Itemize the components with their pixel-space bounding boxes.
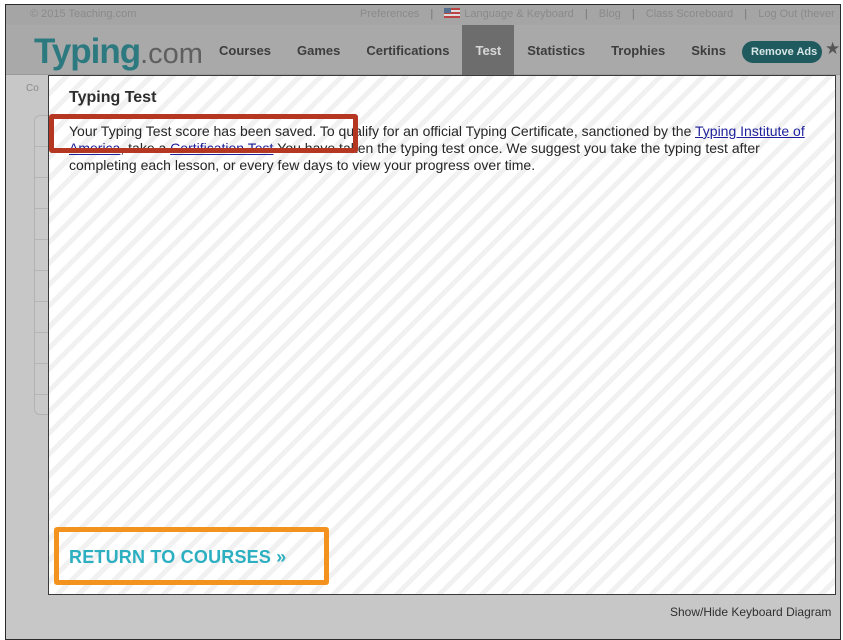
copyright-text: © 2015 Teaching.com [30,8,137,20]
separator: | [430,8,434,20]
remove-ads-button[interactable]: Remove Ads [742,41,822,63]
nav-items: Courses Games Certifications Test Statis… [206,25,739,75]
us-flag-icon [444,8,461,18]
separator: | [631,8,635,20]
nav-skins[interactable]: Skins [678,25,739,75]
utility-bar: © 2015 Teaching.com Preferences | Langua… [6,5,840,25]
nav-courses[interactable]: Courses [206,25,284,75]
star-icon[interactable]: ★ [825,39,840,59]
utility-links: Preferences | Language & Keyboard | Blog… [358,8,837,20]
logout-link[interactable]: Log Out (thever [758,8,834,20]
score-saved-highlight [49,114,358,153]
nav-test[interactable]: Test [462,25,515,75]
modal-title: Typing Test [69,89,157,106]
background-breadcrumb: Co [26,83,39,94]
screenshot-frame: © 2015 Teaching.com Preferences | Langua… [5,4,841,640]
typing-logo[interactable]: Typing.com [34,32,203,72]
class-scoreboard-link[interactable]: Class Scoreboard [646,8,733,20]
separator: | [744,8,748,20]
logo-text: Typing [34,32,141,71]
return-link-highlight [54,527,329,585]
main-nav: Typing.com Courses Games Certifications … [6,25,840,75]
separator: | [584,8,588,20]
nav-games[interactable]: Games [284,25,353,75]
language-keyboard-link[interactable]: Language & Keyboard [464,8,573,20]
nav-statistics[interactable]: Statistics [514,25,598,75]
blog-link[interactable]: Blog [599,8,621,20]
nav-certifications[interactable]: Certifications [353,25,462,75]
logo-suffix: .com [140,38,203,70]
typing-test-modal: Typing Test Your Typing Test score has b… [48,75,836,595]
preferences-link[interactable]: Preferences [360,8,419,20]
show-hide-keyboard-link[interactable]: Show/Hide Keyboard Diagram [670,605,831,619]
nav-trophies[interactable]: Trophies [598,25,678,75]
